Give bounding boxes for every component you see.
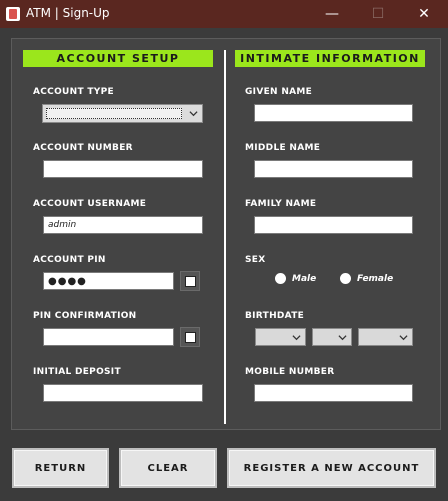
return-button[interactable]: RETURN	[12, 448, 109, 488]
show-pin-checkbox[interactable]	[180, 271, 200, 291]
account-username-label: ACCOUNT USERNAME	[33, 199, 147, 209]
maximize-button[interactable]: ☐	[355, 0, 401, 28]
chevron-down-icon	[189, 111, 198, 117]
section-divider	[224, 50, 226, 424]
middle-name-field[interactable]	[254, 160, 413, 178]
pin-confirmation-label: PIN CONFIRMATION	[33, 311, 137, 321]
register-account-button[interactable]: REGISTER A NEW ACCOUNT	[227, 448, 436, 488]
birth-year-select[interactable]	[358, 328, 413, 346]
sex-male-radio[interactable]: Male	[275, 273, 316, 284]
window-title: ATM | Sign-Up	[26, 6, 110, 20]
account-type-selected-value	[46, 108, 182, 119]
show-pin-confirmation-checkbox[interactable]	[180, 327, 200, 347]
middle-name-label: MIDDLE NAME	[245, 143, 321, 153]
chevron-down-icon	[338, 335, 347, 341]
signup-window: ATM | Sign-Up — ☐ ✕ ACCOUNT SETUP INTIMA…	[0, 0, 448, 501]
family-name-field[interactable]	[254, 216, 413, 234]
account-number-label: ACCOUNT NUMBER	[33, 143, 133, 153]
pin-confirmation-field[interactable]	[43, 328, 174, 346]
sex-female-label: Female	[357, 273, 394, 284]
family-name-label: FAMILY NAME	[245, 199, 317, 209]
title-bar: ATM | Sign-Up — ☐ ✕	[0, 0, 448, 28]
intimate-information-header: INTIMATE INFORMATION	[235, 50, 425, 67]
initial-deposit-label: INITIAL DEPOSIT	[33, 367, 121, 377]
chevron-down-icon	[399, 335, 408, 341]
given-name-field[interactable]	[254, 104, 413, 122]
mobile-number-field[interactable]	[254, 384, 413, 402]
clear-button[interactable]: CLEAR	[119, 448, 217, 488]
sex-label: SEX	[245, 255, 266, 265]
java-app-icon	[6, 7, 20, 21]
birth-month-select[interactable]	[255, 328, 306, 346]
given-name-label: GIVEN NAME	[245, 87, 313, 97]
account-username-field[interactable]: admin	[43, 216, 203, 234]
chevron-down-icon	[292, 335, 301, 341]
birthdate-label: BIRTHDATE	[245, 311, 305, 321]
mobile-number-label: MOBILE NUMBER	[245, 367, 335, 377]
account-pin-label: ACCOUNT PIN	[33, 255, 106, 265]
account-number-field[interactable]	[43, 160, 203, 178]
account-setup-header: ACCOUNT SETUP	[23, 50, 213, 67]
account-type-select[interactable]	[42, 104, 203, 123]
close-button[interactable]: ✕	[401, 0, 447, 28]
minimize-button[interactable]: —	[309, 0, 355, 28]
radio-dot	[340, 273, 351, 284]
initial-deposit-field[interactable]	[43, 384, 203, 402]
sex-male-label: Male	[292, 273, 317, 284]
account-pin-field[interactable]: ●●●●	[43, 272, 174, 290]
account-type-label: ACCOUNT TYPE	[33, 87, 114, 97]
sex-female-radio[interactable]: Female	[340, 273, 393, 284]
radio-dot	[275, 273, 286, 284]
birth-day-select[interactable]	[312, 328, 352, 346]
checkbox-box	[185, 276, 196, 287]
checkbox-box	[185, 332, 196, 343]
